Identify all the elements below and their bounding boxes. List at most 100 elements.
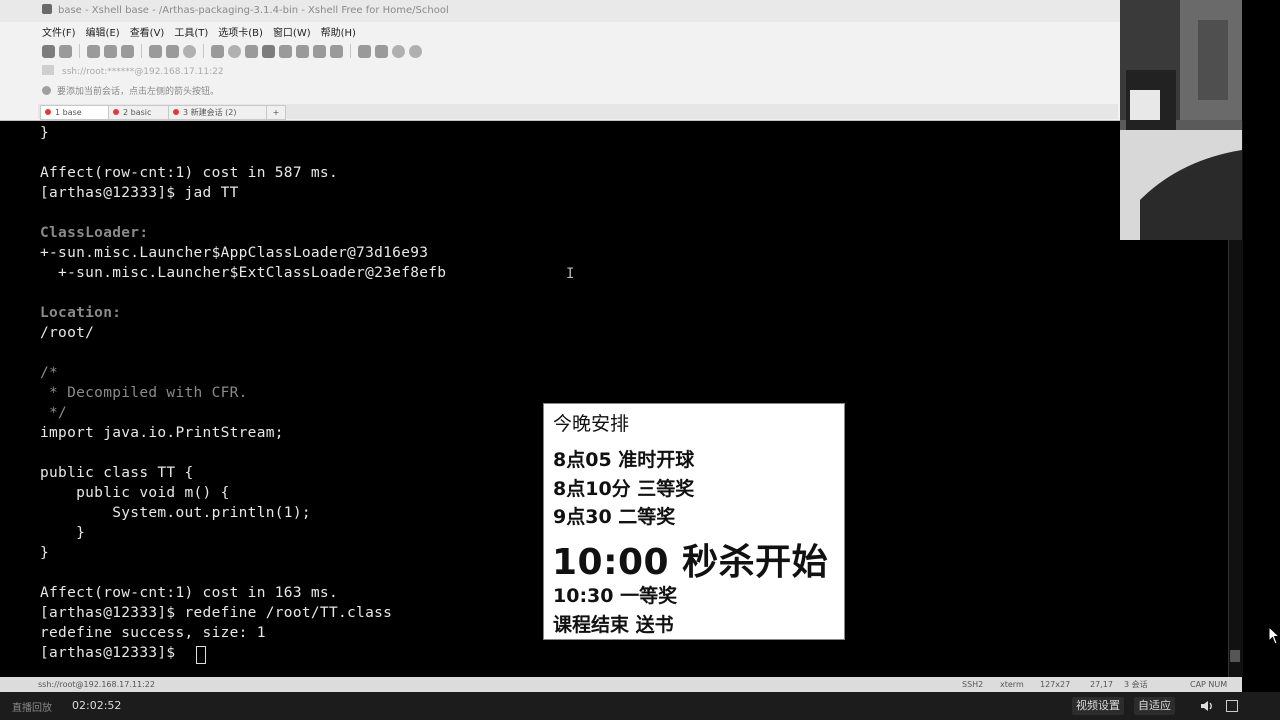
terminal-line: } xyxy=(40,525,86,541)
webcam-overlay xyxy=(1120,0,1242,240)
connect-icon[interactable] xyxy=(87,44,100,58)
toolbar-divider xyxy=(141,44,142,58)
status-protocol: SSH2 xyxy=(962,680,984,689)
status-caps: CAP NUM xyxy=(1190,680,1228,689)
menu-help[interactable]: 帮助(H) xyxy=(321,24,356,40)
tab-basic[interactable]: 2 basic xyxy=(108,105,174,120)
add-tab-button[interactable]: + xyxy=(266,105,286,120)
xshell-app-icon xyxy=(42,4,52,14)
session-status-icon xyxy=(45,109,51,115)
tab-new-session[interactable]: 3 新建会话 (2) xyxy=(168,105,270,120)
status-sessions: 3 会话 xyxy=(1124,680,1148,689)
tab-label: 1 base xyxy=(55,108,82,117)
status-position: 27,17 xyxy=(1090,680,1113,689)
font-icon[interactable] xyxy=(245,44,258,58)
live-replay-label: 直播回放 xyxy=(12,703,52,714)
terminal-line: [arthas@12333]$ redefine /root/TT.class xyxy=(40,605,393,621)
status-bar: ssh://root@192.168.17.11:22 SSH2 xterm 1… xyxy=(0,677,1242,692)
menu-bar: 文件(F) 编辑(E) 查看(V) 工具(T) 选项卡(B) 窗口(W) 帮助(… xyxy=(42,24,356,40)
tile-icon[interactable] xyxy=(375,44,388,58)
toolbar xyxy=(42,42,422,60)
terminal-line: } xyxy=(40,125,50,141)
window-title: base - Xshell base - /Arthas-packaging-3… xyxy=(58,5,449,16)
terminal-line: [arthas@12333]$ jad TT xyxy=(40,185,239,201)
menu-view[interactable]: 查看(V) xyxy=(130,24,165,40)
scrollbar-thumb[interactable] xyxy=(1230,650,1240,662)
terminal-line: public void m() { xyxy=(40,485,230,501)
schedule-highlight: 10:00 秒杀开始 xyxy=(552,542,829,583)
address-bar[interactable]: ssh://root:******@192.168.17.11:22 xyxy=(42,64,1112,80)
status-connection: ssh://root@192.168.17.11:22 xyxy=(38,680,155,689)
terminal-line: Location: xyxy=(40,305,122,321)
schedule-item: 课程结束 送书 xyxy=(553,614,674,636)
disconnect-icon[interactable] xyxy=(104,44,117,58)
help-icon[interactable] xyxy=(392,44,405,58)
fullscreen-icon[interactable] xyxy=(1226,700,1238,712)
schedule-item: 10:30 一等奖 xyxy=(553,585,678,607)
terminal-line: /root/ xyxy=(40,325,95,341)
reconnect-icon[interactable] xyxy=(121,44,134,58)
terminal-line: [arthas@12333]$ xyxy=(40,645,185,661)
mouse-pointer-icon xyxy=(1268,626,1280,645)
chat-icon[interactable] xyxy=(409,44,422,58)
toolbar-divider xyxy=(203,44,204,58)
address-text: ssh://root:******@192.168.17.11:22 xyxy=(62,67,224,77)
terminal-line: +-sun.misc.Launcher$ExtClassLoader@23ef8… xyxy=(40,265,447,281)
globe-icon[interactable] xyxy=(228,44,241,58)
compose-icon[interactable] xyxy=(330,44,343,58)
webcam-image xyxy=(1120,0,1242,240)
terminal-line: import java.io.PrintStream; xyxy=(40,425,284,441)
find-icon[interactable] xyxy=(183,44,196,58)
tunnel-icon[interactable] xyxy=(279,44,292,58)
tip-text: 要添加当前会话，点击左侧的箭头按钮。 xyxy=(57,87,220,97)
menu-tools[interactable]: 工具(T) xyxy=(174,24,208,40)
open-icon[interactable] xyxy=(59,44,72,58)
address-icon xyxy=(42,65,54,75)
terminal-line: public class TT { xyxy=(40,465,194,481)
schedule-item: 8点05 准时开球 xyxy=(553,449,695,471)
terminal-line: Affect(row-cnt:1) cost in 587 ms. xyxy=(40,165,338,181)
status-term: xterm xyxy=(1000,680,1024,689)
session-status-icon xyxy=(173,109,179,115)
menu-file[interactable]: 文件(F) xyxy=(42,24,76,40)
terminal-line: +-sun.misc.Launcher$AppClassLoader@73d16… xyxy=(40,245,429,261)
terminal-line: */ xyxy=(40,405,68,421)
terminal-line: * Decompiled with CFR. xyxy=(40,385,248,401)
schedule-card: 今晚安排 8点05 准时开球 8点10分 三等奖 9点30 二等奖 10:00 … xyxy=(543,403,845,640)
schedule-item: 9点30 二等奖 xyxy=(553,506,676,528)
status-size: 127x27 xyxy=(1040,680,1071,689)
menu-window[interactable]: 窗口(W) xyxy=(273,24,311,40)
session-tip-bar: 要添加当前会话，点击左侧的箭头按钮。 xyxy=(42,84,1112,100)
menu-tabs[interactable]: 选项卡(B) xyxy=(218,24,263,40)
terminal-line: System.out.println(1); xyxy=(40,505,311,521)
terminal-line: } xyxy=(40,545,50,561)
lock-icon[interactable] xyxy=(296,44,309,58)
window-titlebar: base - Xshell base - /Arthas-packaging-3… xyxy=(0,0,1120,22)
playback-time: 02:02:52 xyxy=(72,699,122,712)
video-settings-button[interactable]: 视频设置 xyxy=(1072,697,1124,715)
menu-edit[interactable]: 编辑(E) xyxy=(86,24,120,40)
tab-label: 2 basic xyxy=(123,108,152,117)
toolbar-divider xyxy=(350,44,351,58)
tab-base[interactable]: 1 base xyxy=(40,105,114,120)
print-icon[interactable] xyxy=(211,44,224,58)
schedule-item: 8点10分 三等奖 xyxy=(553,478,695,500)
info-icon xyxy=(42,86,51,95)
layout-icon[interactable] xyxy=(358,44,371,58)
tab-label: 3 新建会话 (2) xyxy=(183,108,237,117)
volume-icon[interactable] xyxy=(1200,699,1214,713)
keyboard-icon[interactable] xyxy=(313,44,326,58)
copy-icon[interactable] xyxy=(149,44,162,58)
schedule-title: 今晚安排 xyxy=(553,413,630,435)
terminal-cursor xyxy=(196,646,206,664)
adaptive-button[interactable]: 自适应 xyxy=(1134,697,1175,715)
paste-icon[interactable] xyxy=(166,44,179,58)
terminal-line: /* xyxy=(40,365,59,381)
tab-bar: 1 base 2 basic 3 新建会话 (2) + xyxy=(38,104,1118,120)
terminal-line: Affect(row-cnt:1) cost in 163 ms. xyxy=(40,585,338,601)
terminal-line: redefine success, size: 1 xyxy=(40,625,266,641)
toolbar-divider xyxy=(79,44,80,58)
xftp-icon[interactable] xyxy=(262,44,275,58)
session-status-icon xyxy=(113,109,119,115)
new-session-icon[interactable] xyxy=(42,44,55,58)
